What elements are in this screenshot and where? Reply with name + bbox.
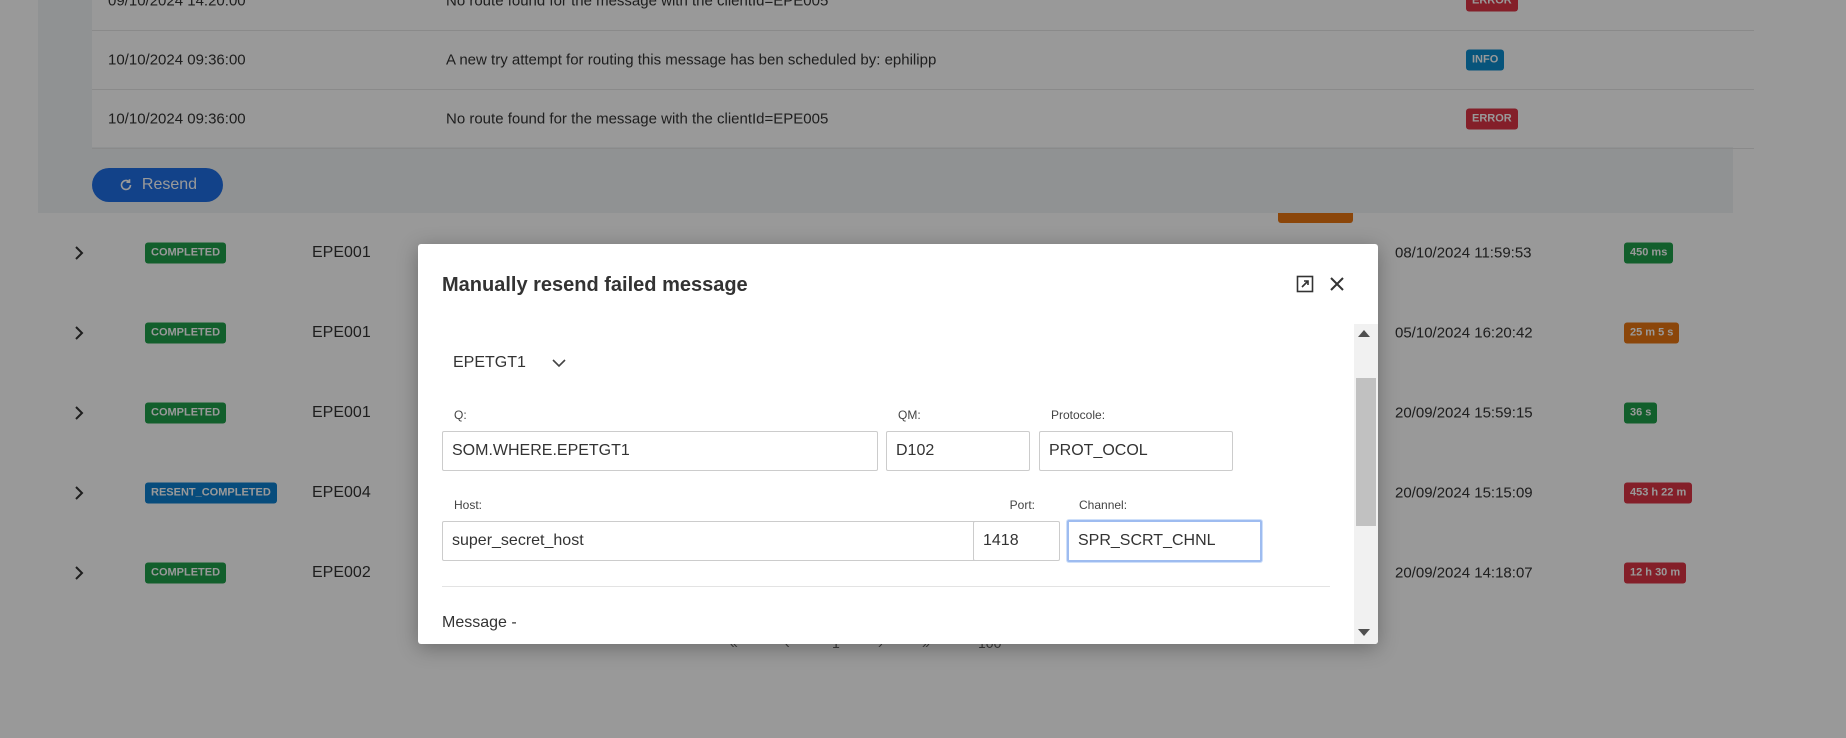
- q-input[interactable]: [442, 431, 878, 471]
- target-select-value: EPETGT1: [453, 354, 526, 371]
- scroll-down-icon[interactable]: [1358, 629, 1370, 636]
- host-input[interactable]: [442, 521, 983, 561]
- close-icon[interactable]: [1328, 275, 1346, 293]
- divider: [442, 586, 1330, 587]
- message-label: Message -: [442, 614, 517, 631]
- expand-icon[interactable]: [1296, 275, 1314, 293]
- protocole-input[interactable]: [1039, 431, 1233, 471]
- port-label: Port:: [1009, 498, 1035, 512]
- protocole-label: Protocole:: [1051, 408, 1106, 422]
- modal-title: Manually resend failed message: [442, 274, 748, 296]
- chevron-down-icon: [552, 359, 566, 368]
- scrollbar-thumb[interactable]: [1356, 378, 1376, 526]
- scroll-up-icon[interactable]: [1358, 330, 1370, 337]
- qm-label: QM:: [898, 408, 921, 422]
- qm-input[interactable]: [886, 431, 1030, 471]
- channel-label: Channel:: [1079, 498, 1128, 512]
- target-select[interactable]: EPETGT1: [453, 348, 583, 378]
- port-input[interactable]: [973, 521, 1060, 561]
- q-label: Q:: [454, 408, 467, 422]
- host-label: Host:: [454, 498, 483, 512]
- resend-modal: Manually resend failed message EPETGT1 Q…: [418, 244, 1378, 644]
- channel-input[interactable]: [1067, 520, 1262, 562]
